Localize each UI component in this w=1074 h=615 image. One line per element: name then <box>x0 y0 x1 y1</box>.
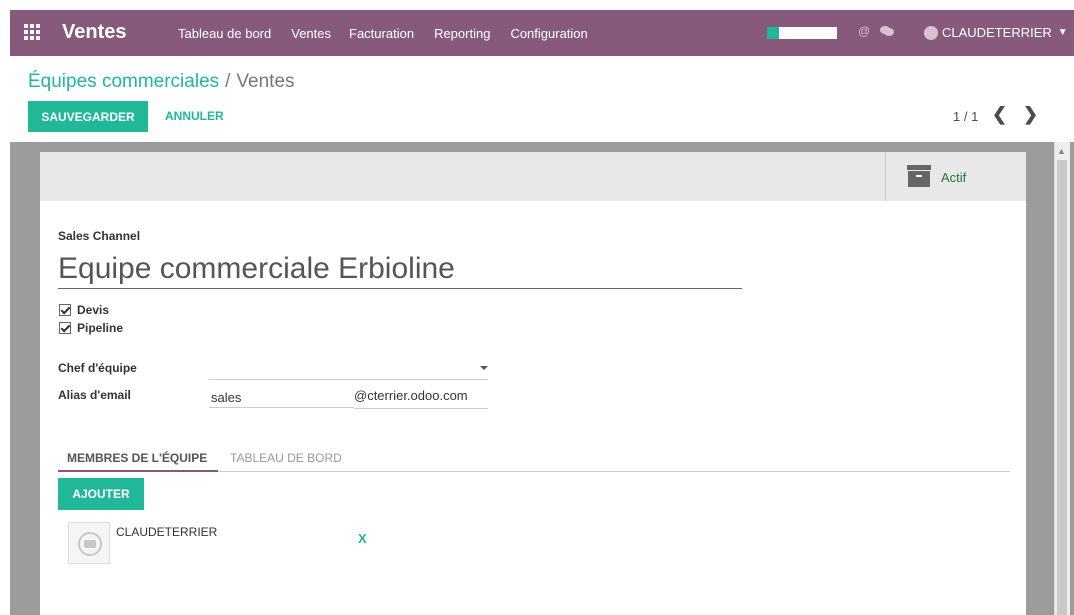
email-alias-domain: @cterrier.odoo.com <box>354 388 488 409</box>
user-avatar <box>924 25 938 40</box>
checkbox-pipeline-label: Pipeline <box>77 321 124 335</box>
pager-next-button[interactable]: ❯ <box>1023 104 1038 125</box>
top-navbar: Ventes Tableau de bord Ventes Facturatio… <box>10 10 1074 56</box>
menu-configuration[interactable]: Configuration <box>510 26 587 41</box>
at-icon[interactable]: @ <box>858 24 870 38</box>
sales-channel-label: Sales Channel <box>58 229 141 243</box>
breadcrumb-current: Ventes <box>236 71 295 92</box>
active-toggle-button[interactable]: Actif <box>885 152 1026 201</box>
archive-icon <box>907 165 931 187</box>
apps-menu-icon[interactable] <box>24 24 40 40</box>
active-label: Actif <box>941 170 967 185</box>
email-alias-label: Alias d'email <box>58 388 131 402</box>
tab-dashboard[interactable]: TABLEAU DE BORD <box>230 444 342 472</box>
menu-tableau-de-bord[interactable]: Tableau de bord <box>178 26 271 41</box>
team-leader-select[interactable] <box>209 360 488 380</box>
save-button[interactable]: SAUVEGARDER <box>28 101 148 132</box>
remove-member-button[interactable]: X <box>358 531 367 546</box>
user-menu[interactable]: CLAUDETERRIER ▼ <box>924 25 1068 40</box>
scroll-up-icon[interactable]: ▲ <box>1057 146 1066 156</box>
main-menu: Tableau de bord Ventes Facturation Repor… <box>178 26 608 41</box>
team-leader-label: Chef d'équipe <box>58 361 137 375</box>
checkbox-devis-box[interactable] <box>59 304 71 316</box>
notebook-tabs: MEMBRES DE L'ÉQUIPE TABLEAU DE BORD <box>58 444 1010 472</box>
email-alias-input[interactable] <box>209 387 354 408</box>
chat-icon[interactable] <box>880 25 894 37</box>
scrollbar-thumb[interactable] <box>1057 160 1067 615</box>
progress-fill <box>767 27 779 39</box>
user-name: CLAUDETERRIER <box>942 25 1052 40</box>
chevron-down-icon: ▼ <box>1057 27 1068 38</box>
checkbox-pipeline[interactable]: Pipeline <box>59 321 123 335</box>
checkbox-devis[interactable]: Devis <box>59 303 109 317</box>
form-sheet: Actif Sales Channel Equipe commerciale E… <box>40 152 1026 615</box>
team-name-field[interactable]: Equipe commerciale Erbioline <box>58 252 742 289</box>
checkbox-pipeline-box[interactable] <box>59 322 71 334</box>
breadcrumb-parent[interactable]: Équipes commerciales <box>28 71 219 92</box>
member-name: CLAUDETERRIER <box>116 525 218 539</box>
progress-bar[interactable] <box>767 27 837 39</box>
menu-facturation[interactable]: Facturation <box>349 26 414 41</box>
pager-value: 1 / 1 <box>953 109 979 124</box>
breadcrumb: Équipes commerciales / Ventes <box>28 71 295 93</box>
checkbox-devis-label: Devis <box>77 303 110 317</box>
app-title: Ventes <box>62 21 127 43</box>
tab-team-members[interactable]: MEMBRES DE L'ÉQUIPE <box>58 444 218 472</box>
button-box <box>40 152 1026 201</box>
add-member-button[interactable]: AJOUTER <box>58 478 144 510</box>
menu-ventes[interactable]: Ventes <box>291 26 331 41</box>
chevron-down-icon <box>480 366 488 370</box>
cancel-button[interactable]: ANNULER <box>165 109 224 123</box>
pager-previous-button[interactable]: ❮ <box>992 104 1007 125</box>
member-avatar-placeholder-icon <box>68 522 110 564</box>
menu-reporting[interactable]: Reporting <box>434 26 490 41</box>
breadcrumb-separator: / <box>225 71 231 92</box>
